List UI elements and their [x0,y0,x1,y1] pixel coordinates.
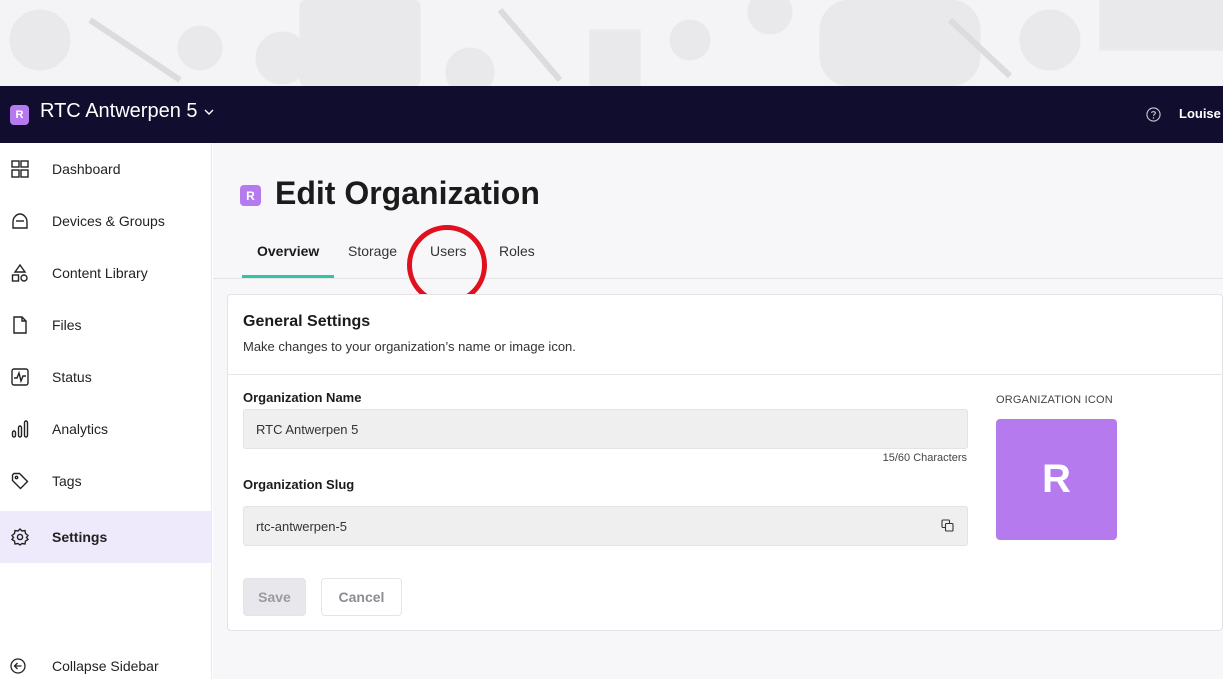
sidebar-item-label: Files [52,317,82,333]
sidebar-item-label: Analytics [52,421,109,437]
org-switcher[interactable]: RTC Antwerpen 5 [40,100,214,123]
general-settings-card: General Settings Make changes to your or… [227,294,1223,631]
file-icon [10,315,30,335]
organization-slug-label: Organization Slug [243,477,355,492]
tab-overview[interactable]: Overview [257,243,319,259]
chevron-down-icon [204,109,213,115]
sidebar-item-dashboard[interactable]: Dashboard [0,143,211,195]
card-divider [228,374,1223,375]
tab-storage[interactable]: Storage [348,243,397,259]
help-icon[interactable] [1146,107,1161,122]
app-window: R RTC Antwerpen 5 Louise Dashboard Devic… [0,0,1223,679]
circuit-pattern [9,0,1223,86]
dashboard-icon [10,159,30,179]
copy-icon[interactable] [941,519,954,532]
sidebar-item-label: Content Library [52,265,148,281]
tab-users[interactable]: Users [430,243,467,259]
main-content: R Edit Organization Overview Storage Use… [213,143,1223,679]
cancel-button[interactable]: Cancel [321,578,402,616]
org-title-badge: R [240,185,261,206]
sidebar-item-devices-groups[interactable]: Devices & Groups [0,195,211,247]
org-name: RTC Antwerpen 5 [40,100,198,122]
sidebar-item-label: Tags [52,473,82,489]
analytics-icon [10,419,30,439]
save-button[interactable]: Save [243,578,306,616]
tag-icon [10,471,30,491]
gear-icon [10,527,30,547]
sidebar-item-label: Settings [52,529,108,545]
sidebar-item-label: Status [52,369,92,385]
organization-icon-label: ORGANIZATION ICON [996,394,1113,406]
sidebar-item-tags[interactable]: Tags [0,455,211,507]
organization-name-label: Organization Name [243,390,362,405]
org-badge: R [10,105,29,125]
decorative-banner [0,0,1223,86]
collapse-left-icon [10,658,26,674]
card-subtitle: Make changes to your organization’s name… [243,339,576,354]
tab-roles[interactable]: Roles [499,243,535,259]
sidebar-item-content-library[interactable]: Content Library [0,247,211,299]
collapse-sidebar-label: Collapse Sidebar [52,658,159,674]
active-tab-indicator [242,275,334,278]
sidebar: Dashboard Devices & Groups Content Libra… [0,143,212,679]
sidebar-item-label: Devices & Groups [52,213,165,229]
character-count: 15/60 Characters [882,452,967,464]
sidebar-item-analytics[interactable]: Analytics [0,403,211,455]
page-title: Edit Organization [275,175,540,211]
top-navigation-bar: R RTC Antwerpen 5 Louise [0,86,1223,143]
content-library-icon [10,263,30,283]
collapse-sidebar-button[interactable]: Collapse Sidebar [0,653,211,679]
devices-icon [10,211,30,231]
status-icon [10,367,30,387]
card-title: General Settings [243,313,371,330]
organization-name-input[interactable]: RTC Antwerpen 5 [243,409,968,449]
sidebar-item-label: Dashboard [52,161,121,177]
tab-bar: Overview Storage Users Roles [213,233,1223,279]
organization-slug-input[interactable]: rtc-antwerpen-5 [243,506,968,546]
sidebar-item-settings[interactable]: Settings [0,511,211,563]
organization-icon-tile[interactable]: R [996,419,1117,540]
user-menu[interactable]: Louise [1179,106,1221,121]
sidebar-item-files[interactable]: Files [0,299,211,351]
sidebar-item-status[interactable]: Status [0,351,211,403]
